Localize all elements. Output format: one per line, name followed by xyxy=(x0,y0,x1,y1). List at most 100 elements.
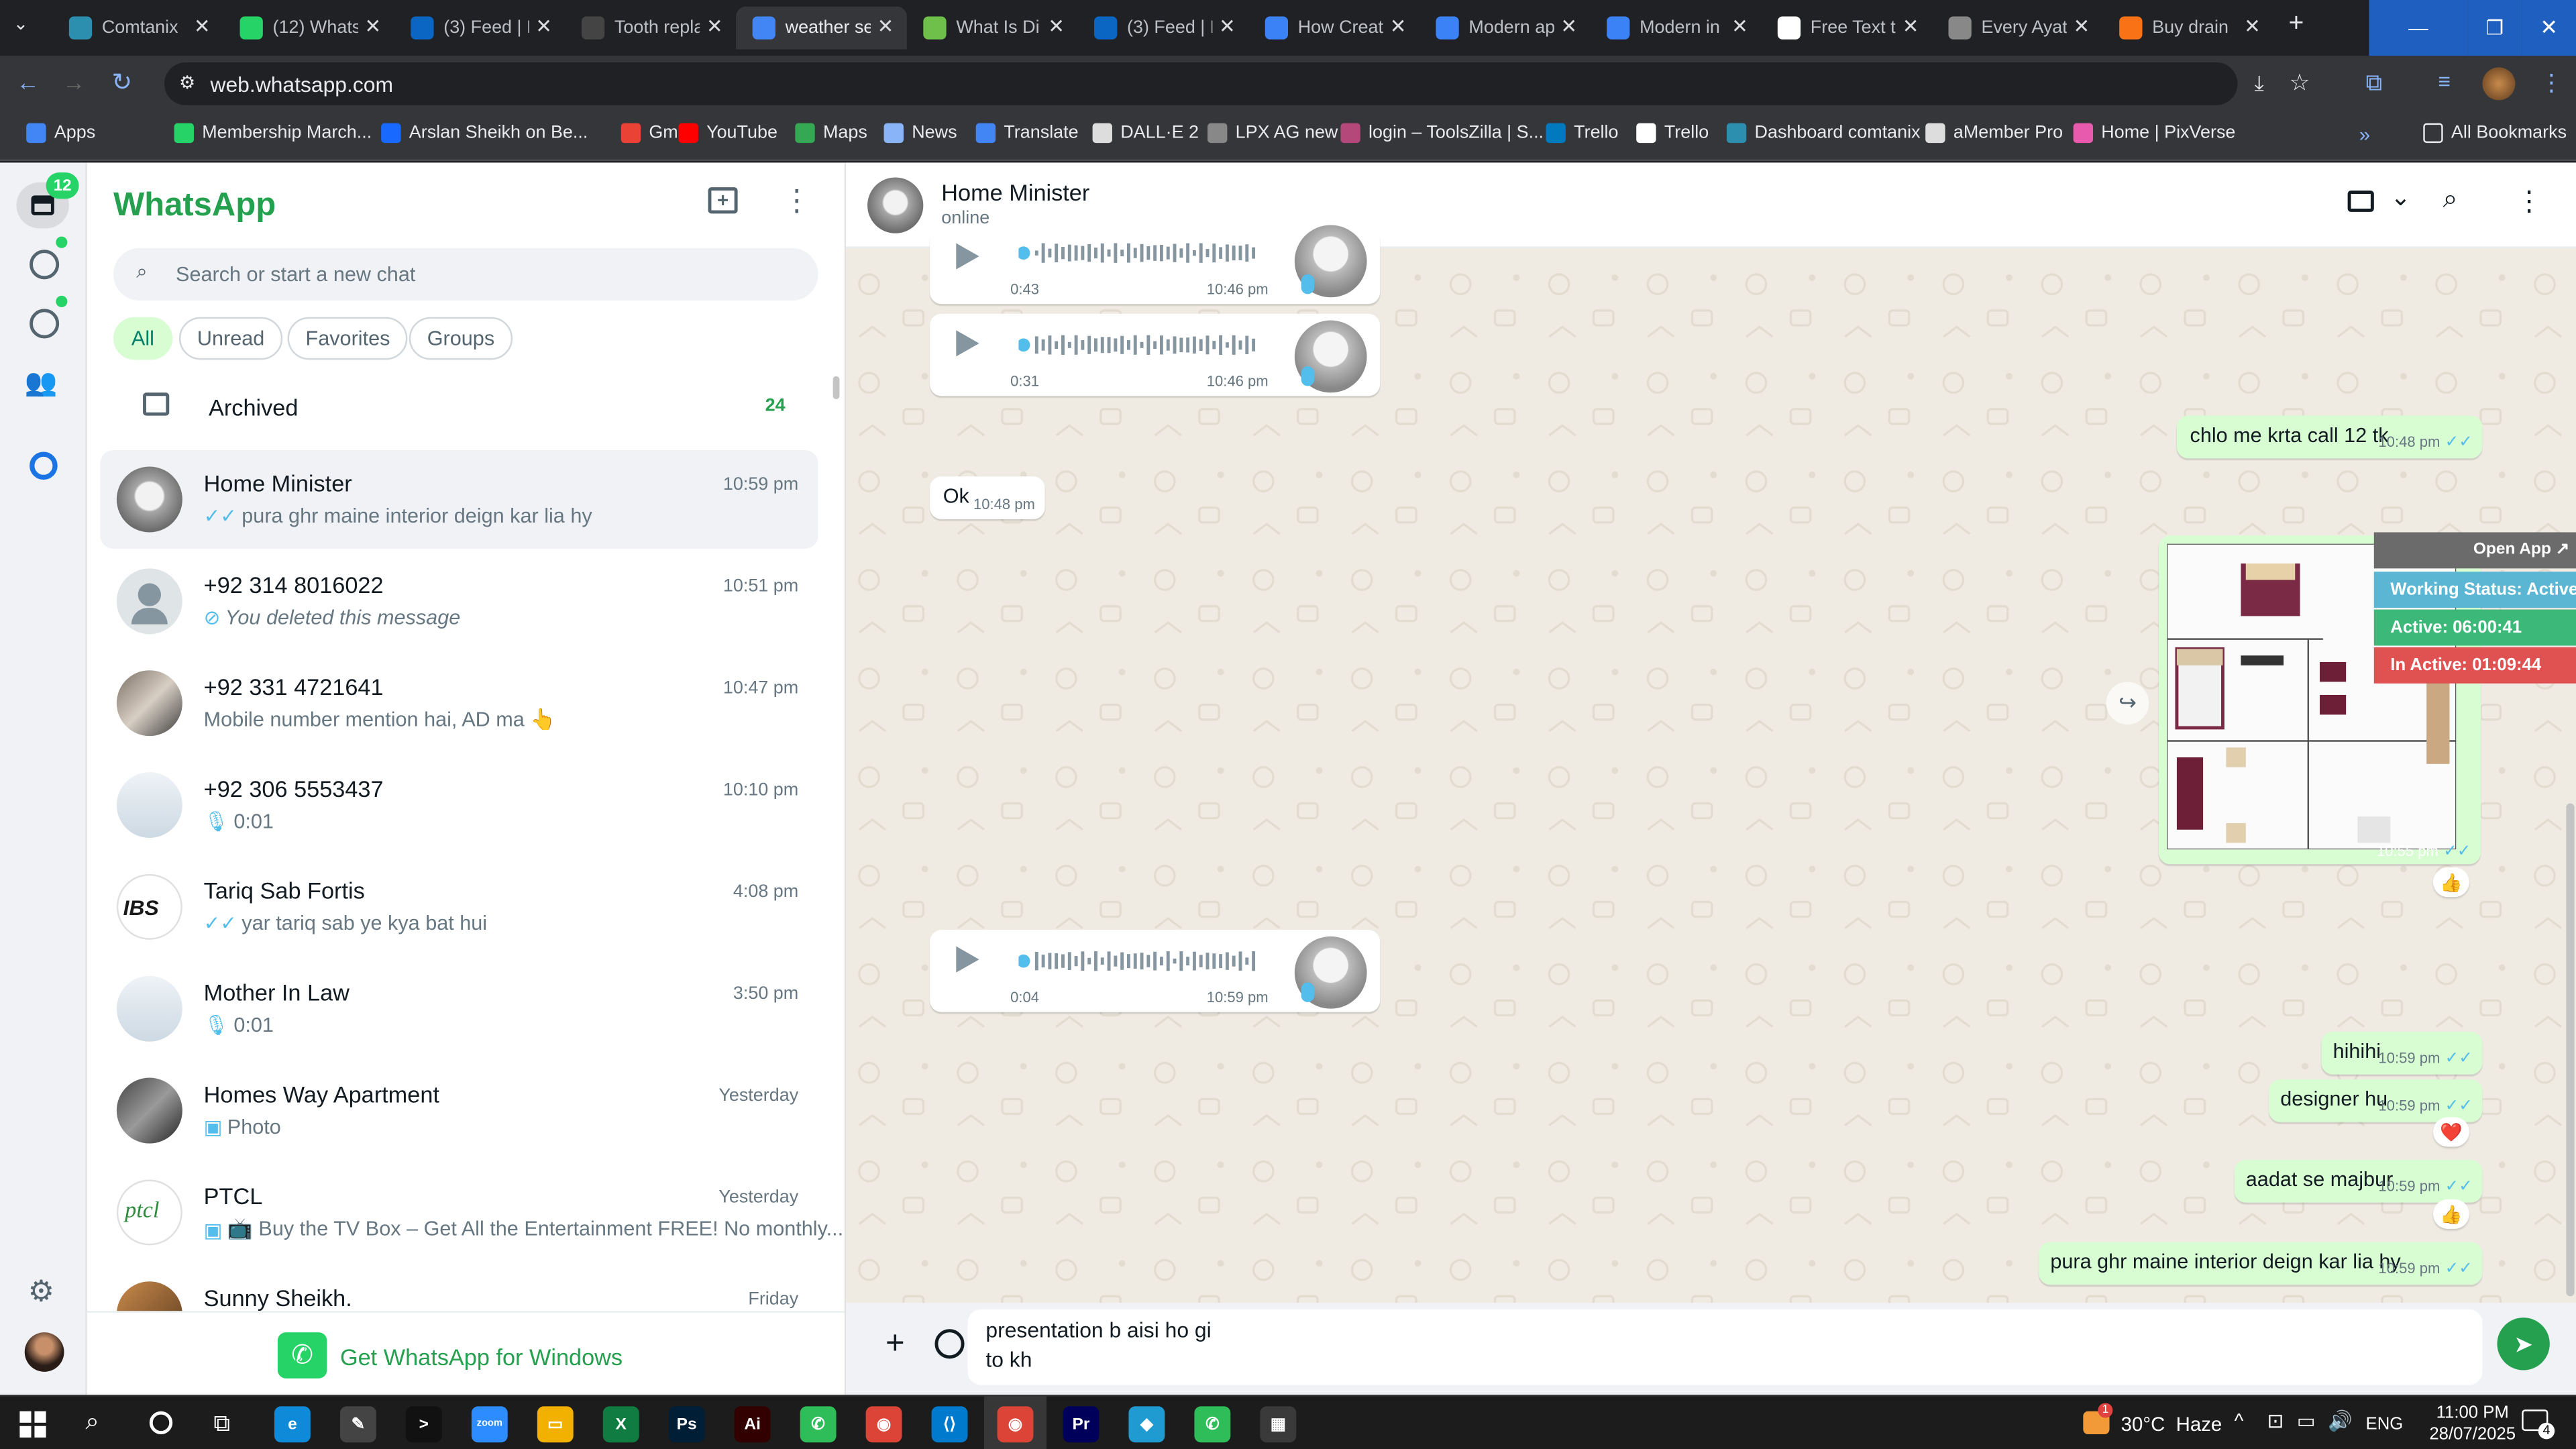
communities-nav-icon[interactable]: 👥 xyxy=(25,366,58,399)
browser-tab[interactable]: How Creat ✕ xyxy=(1248,7,1419,50)
bookmark-item[interactable]: DALL·E 2 xyxy=(1092,123,1199,144)
tab-close-icon[interactable]: ✕ xyxy=(1219,15,1236,38)
bookmark-item[interactable]: Trello xyxy=(1546,123,1619,144)
taskbar-app-premiere-icon[interactable]: Pr xyxy=(1063,1406,1099,1443)
chat-list-item[interactable]: +92 306 5553437 10:10 pm 🎙 0:01 xyxy=(100,756,818,855)
bookmark-item[interactable]: Maps xyxy=(795,123,867,144)
play-icon[interactable] xyxy=(956,946,979,973)
voice-message[interactable]: 0:43 10:46 pm xyxy=(930,225,1381,305)
weather-label[interactable]: 30°C Haze xyxy=(2121,1413,2222,1436)
taskbar-app-excel-icon[interactable]: X xyxy=(602,1406,639,1443)
chat-list-item[interactable]: IBS Tariq Sab Fortis 4:08 pm ✓✓ yar tariq sa… xyxy=(100,857,818,956)
outgoing-message[interactable]: pura ghr maine interior deign kar lia hy… xyxy=(2039,1242,2483,1285)
voice-message[interactable]: 0:31 10:46 pm xyxy=(930,313,1381,396)
clock-date[interactable]: 28/07/2025 xyxy=(2426,1424,2518,1444)
taskbar-app-explorer-icon[interactable]: ▭ xyxy=(537,1406,574,1443)
network-icon[interactable]: ▭ xyxy=(2297,1409,2316,1432)
incoming-message[interactable]: Ok 10:48 pm xyxy=(930,476,1045,519)
sticker-icon[interactable] xyxy=(934,1329,965,1359)
bookmark-item[interactable]: Apps xyxy=(26,123,95,144)
taskbar-app-phone2-icon[interactable]: ✆ xyxy=(1194,1406,1231,1443)
close-window-icon[interactable]: ✕ xyxy=(2522,0,2576,56)
meta-ai-icon[interactable] xyxy=(30,451,58,480)
browser-tab[interactable]: Buy drain ✕ xyxy=(2103,7,2274,50)
reaction-emoji[interactable]: 👍 xyxy=(2432,867,2469,898)
taskbar-app-zoom-icon[interactable]: zoom xyxy=(471,1406,508,1443)
video-call-icon[interactable] xyxy=(2347,191,2374,212)
outgoing-message[interactable]: hihihi 10:59 pm ✓✓ xyxy=(2321,1031,2483,1075)
tab-close-icon[interactable]: ✕ xyxy=(1560,15,1577,38)
browser-tab[interactable]: Modern in ✕ xyxy=(1591,7,1762,50)
taskbar-app-vscode-icon[interactable]: ⟨⟩ xyxy=(931,1406,968,1443)
browser-tab[interactable]: weather se ✕ xyxy=(736,6,907,50)
restore-icon[interactable]: ❐ xyxy=(2467,0,2522,56)
bookmark-item[interactable]: Membership March... xyxy=(174,123,372,144)
profile-avatar[interactable] xyxy=(2482,67,2516,101)
filter-unread[interactable]: Unread xyxy=(178,317,283,360)
browser-tab[interactable]: (3) Feed | LinkedIn ✕ xyxy=(394,7,566,50)
tab-close-icon[interactable]: ✕ xyxy=(1902,15,1919,38)
site-info-icon[interactable]: ⚙ xyxy=(179,72,195,93)
send-button[interactable]: ➤ xyxy=(2497,1318,2550,1371)
new-chat-icon[interactable]: + xyxy=(708,187,738,214)
bookmark-item[interactable]: aMember Pro xyxy=(1925,123,2063,144)
status-nav-icon[interactable] xyxy=(30,250,60,280)
conversation-menu-icon[interactable]: ⋮ xyxy=(2515,186,2543,219)
taskbar-app-pen-icon[interactable]: ✎ xyxy=(339,1406,376,1443)
install-app-icon[interactable]: ⤓ xyxy=(2255,70,2264,97)
open-app-button[interactable]: Open App ↗ xyxy=(2373,532,2576,569)
list-scrollbar[interactable] xyxy=(833,376,840,400)
taskbar-app-chrome-active-icon[interactable]: ◉ xyxy=(997,1406,1034,1443)
call-dropdown-chevron-icon[interactable]: ⌄ xyxy=(2390,182,2411,212)
taskbar-app-illustrator-icon[interactable]: Ai xyxy=(734,1406,771,1443)
task-view-icon[interactable]: ⧉ xyxy=(213,1409,229,1438)
my-profile-avatar[interactable] xyxy=(24,1332,64,1372)
forward-icon[interactable]: ↪ xyxy=(2106,682,2149,725)
chatlist-menu-icon[interactable]: ⋮ xyxy=(782,184,812,218)
taskbar-app-calculator-icon[interactable]: ▦ xyxy=(1260,1406,1297,1443)
tab-close-icon[interactable]: ✕ xyxy=(1390,15,1407,38)
meet-icon[interactable]: ⊡ xyxy=(2267,1409,2284,1432)
bookmark-item[interactable]: Translate xyxy=(975,123,1079,144)
chat-list-item[interactable]: +92 331 4721641 10:47 pm Mobile number men… xyxy=(100,654,818,753)
tab-close-icon[interactable]: ✕ xyxy=(1731,15,1748,38)
tab-close-icon[interactable]: ✕ xyxy=(706,15,723,38)
outgoing-message[interactable]: chlo me krta call 12 tk 10:48 pm ✓✓ xyxy=(2176,415,2483,459)
taskbar-app-phone-icon[interactable]: ✆ xyxy=(800,1406,837,1443)
reload-icon[interactable]: ↻ xyxy=(112,67,133,97)
browser-tab[interactable]: Comtanix ✕ xyxy=(52,7,223,50)
cortana-icon[interactable] xyxy=(149,1411,173,1434)
all-bookmarks-button[interactable]: All Bookmarks xyxy=(2423,123,2567,144)
browser-tab[interactable]: (12) WhatsApp ✕ xyxy=(223,7,394,50)
taskbar-app-edge-icon[interactable]: e xyxy=(274,1406,311,1443)
extensions-icon[interactable]: ⧉ xyxy=(2366,69,2382,97)
bookmark-item[interactable]: Arslan Sheikh on Be... xyxy=(381,123,588,144)
browser-tab[interactable]: Free Text t ✕ xyxy=(1761,7,1932,50)
settings-icon[interactable]: ⚙ xyxy=(28,1275,55,1309)
browser-tab[interactable]: Modern ap ✕ xyxy=(1419,7,1591,50)
waveform[interactable] xyxy=(1018,241,1258,264)
minimize-icon[interactable]: — xyxy=(2369,0,2468,56)
conversation-scrollbar[interactable] xyxy=(2566,803,2575,1297)
taskbar-app-photoshop-icon[interactable]: Ps xyxy=(668,1406,705,1443)
chat-list-item[interactable]: ptcl PTCL Yesterday ▣ 📺 Buy the TV Box – Get… xyxy=(100,1163,843,1262)
download-banner[interactable]: ✆ Get WhatsApp for Windows xyxy=(87,1311,845,1395)
start-icon[interactable] xyxy=(19,1411,46,1438)
bookmarks-overflow-icon[interactable]: » xyxy=(2359,123,2370,146)
reaction-emoji[interactable]: ❤️ xyxy=(2432,1117,2469,1147)
chat-list-item[interactable]: Home Minister 10:59 pm ✓✓ pura ghr maine in… xyxy=(100,450,818,549)
tab-search-chevron-icon[interactable]: ⌄ xyxy=(13,13,29,34)
bookmark-item[interactable]: YouTube xyxy=(678,123,777,144)
tab-close-icon[interactable]: ✕ xyxy=(877,15,894,38)
language-indicator[interactable]: ENG xyxy=(2366,1415,2404,1434)
bookmark-item[interactable]: Home | PixVerse xyxy=(2073,123,2235,144)
search-input[interactable]: ⌕ Search or start a new chat xyxy=(113,248,818,301)
contact-avatar[interactable] xyxy=(867,177,924,233)
browser-tab[interactable]: Tooth replacement ✕ xyxy=(565,7,736,50)
browser-menu-icon[interactable]: ⋮ xyxy=(2540,69,2563,97)
chat-list-item[interactable]: Mother In Law 3:50 pm 🎙 0:01 xyxy=(100,959,818,1058)
bookmark-item[interactable]: Dashboard comtanix xyxy=(1726,123,1921,144)
search-messages-icon[interactable]: ⌕ xyxy=(2443,186,2458,215)
waveform[interactable] xyxy=(1018,950,1258,973)
bookmark-item[interactable]: Trello xyxy=(1636,123,1709,144)
